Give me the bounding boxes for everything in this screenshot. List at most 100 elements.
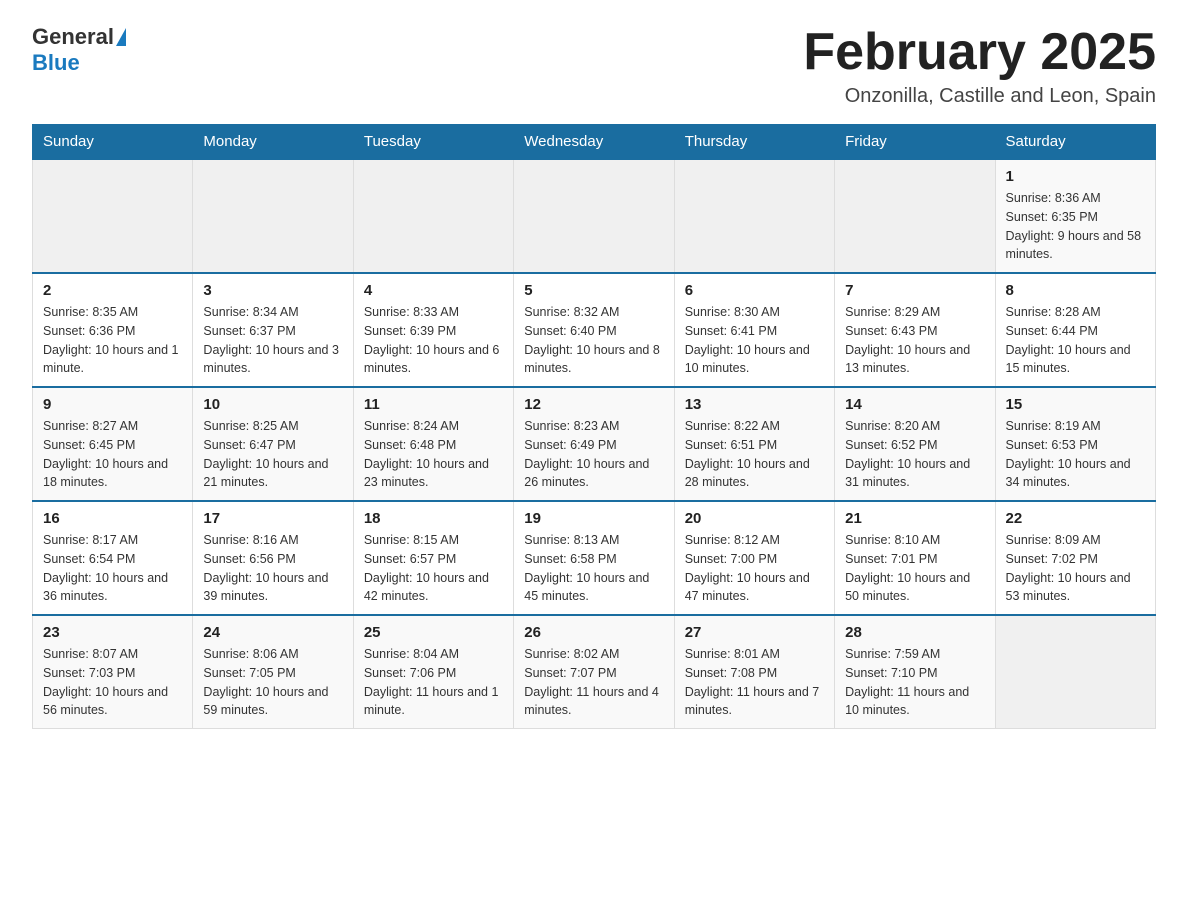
calendar-cell: 4 Sunrise: 8:33 AMSunset: 6:39 PMDaylight… <box>353 273 513 387</box>
header-wednesday: Wednesday <box>514 125 674 160</box>
calendar-cell: 28Sunrise: 7:59 AMSunset: 7:10 PMDayligh… <box>835 615 995 729</box>
calendar-cell: 19 Sunrise: 8:13 AMSunset: 6:58 PMDayligh… <box>514 501 674 615</box>
location-subtitle: Onzonilla, Castille and Leon, Spain <box>803 85 1156 108</box>
title-block: February 2025 Onzonilla, Castille and Le… <box>803 24 1156 108</box>
calendar-cell: 2 Sunrise: 8:35 AMSunset: 6:36 PMDaylight… <box>33 273 193 387</box>
day-number: 15 <box>1006 396 1145 413</box>
day-info: Sunrise: 8:36 AMSunset: 6:35 PMDaylight:… <box>1006 189 1145 264</box>
logo-general-text: General <box>32 24 114 50</box>
day-info: Sunrise: 8:07 AMSunset: 7:03 PMDaylight:… <box>43 645 182 720</box>
calendar-cell: 8 Sunrise: 8:28 AMSunset: 6:44 PMDaylight… <box>995 273 1155 387</box>
day-number: 13 <box>685 396 824 413</box>
day-info: Sunrise: 8:09 AMSunset: 7:02 PMDaylight:… <box>1006 531 1145 606</box>
calendar-cell: 10Sunrise: 8:25 AMSunset: 6:47 PMDayligh… <box>193 387 353 501</box>
day-number: 8 <box>1006 282 1145 299</box>
header-sunday: Sunday <box>33 125 193 160</box>
calendar-cell: 24 Sunrise: 8:06 AMSunset: 7:05 PMDayligh… <box>193 615 353 729</box>
day-info: Sunrise: 8:19 AMSunset: 6:53 PMDaylight:… <box>1006 417 1145 492</box>
calendar-table: Sunday Monday Tuesday Wednesday Thursday… <box>32 124 1156 729</box>
day-info: Sunrise: 8:16 AMSunset: 6:56 PMDaylight:… <box>203 531 342 606</box>
logo-blue-text: Blue <box>32 50 80 75</box>
day-number: 12 <box>524 396 663 413</box>
day-number: 19 <box>524 510 663 527</box>
day-info: Sunrise: 8:13 AMSunset: 6:58 PMDaylight:… <box>524 531 663 606</box>
day-number: 25 <box>364 624 503 641</box>
day-info: Sunrise: 8:22 AMSunset: 6:51 PMDaylight:… <box>685 417 824 492</box>
calendar-cell: 16 Sunrise: 8:17 AMSunset: 6:54 PMDayligh… <box>33 501 193 615</box>
calendar-cell: 11 Sunrise: 8:24 AMSunset: 6:48 PMDayligh… <box>353 387 513 501</box>
day-number: 10 <box>203 396 342 413</box>
day-info: Sunrise: 8:30 AMSunset: 6:41 PMDaylight:… <box>685 303 824 378</box>
day-number: 2 <box>43 282 182 299</box>
day-number: 6 <box>685 282 824 299</box>
calendar-cell: 12 Sunrise: 8:23 AMSunset: 6:49 PMDayligh… <box>514 387 674 501</box>
day-info: Sunrise: 8:34 AMSunset: 6:37 PMDaylight:… <box>203 303 342 378</box>
calendar-cell: 9 Sunrise: 8:27 AMSunset: 6:45 PMDaylight… <box>33 387 193 501</box>
day-number: 17 <box>203 510 342 527</box>
calendar-cell: 3 Sunrise: 8:34 AMSunset: 6:37 PMDaylight… <box>193 273 353 387</box>
day-number: 24 <box>203 624 342 641</box>
day-info: Sunrise: 8:27 AMSunset: 6:45 PMDaylight:… <box>43 417 182 492</box>
calendar-cell: 6 Sunrise: 8:30 AMSunset: 6:41 PMDaylight… <box>674 273 834 387</box>
day-info: Sunrise: 8:29 AMSunset: 6:43 PMDaylight:… <box>845 303 984 378</box>
day-number: 7 <box>845 282 984 299</box>
calendar-cell: 15 Sunrise: 8:19 AMSunset: 6:53 PMDayligh… <box>995 387 1155 501</box>
calendar-cell: 13 Sunrise: 8:22 AMSunset: 6:51 PMDayligh… <box>674 387 834 501</box>
day-number: 26 <box>524 624 663 641</box>
day-number: 9 <box>43 396 182 413</box>
day-info: Sunrise: 8:28 AMSunset: 6:44 PMDaylight:… <box>1006 303 1145 378</box>
day-info: Sunrise: 8:01 AMSunset: 7:08 PMDaylight:… <box>685 645 824 720</box>
calendar-cell: 1 Sunrise: 8:36 AMSunset: 6:35 PMDaylight… <box>995 159 1155 273</box>
page-header: General Blue February 2025 Onzonilla, Ca… <box>32 24 1156 108</box>
header-tuesday: Tuesday <box>353 125 513 160</box>
day-info: Sunrise: 8:06 AMSunset: 7:05 PMDaylight:… <box>203 645 342 720</box>
month-title: February 2025 <box>803 24 1156 81</box>
calendar-cell: 20 Sunrise: 8:12 AMSunset: 7:00 PMDayligh… <box>674 501 834 615</box>
header-monday: Monday <box>193 125 353 160</box>
calendar-cell <box>514 159 674 273</box>
calendar-cell: 27 Sunrise: 8:01 AMSunset: 7:08 PMDayligh… <box>674 615 834 729</box>
day-info: Sunrise: 8:15 AMSunset: 6:57 PMDaylight:… <box>364 531 503 606</box>
day-number: 1 <box>1006 168 1145 185</box>
calendar-cell <box>674 159 834 273</box>
day-number: 27 <box>685 624 824 641</box>
day-info: Sunrise: 8:04 AMSunset: 7:06 PMDaylight:… <box>364 645 503 720</box>
day-info: Sunrise: 8:23 AMSunset: 6:49 PMDaylight:… <box>524 417 663 492</box>
calendar-cell: 25 Sunrise: 8:04 AMSunset: 7:06 PMDayligh… <box>353 615 513 729</box>
calendar-cell <box>353 159 513 273</box>
calendar-cell: 21Sunrise: 8:10 AMSunset: 7:01 PMDayligh… <box>835 501 995 615</box>
day-info: Sunrise: 8:33 AMSunset: 6:39 PMDaylight:… <box>364 303 503 378</box>
header-friday: Friday <box>835 125 995 160</box>
day-number: 18 <box>364 510 503 527</box>
calendar-cell: 22 Sunrise: 8:09 AMSunset: 7:02 PMDayligh… <box>995 501 1155 615</box>
logo: General Blue <box>32 24 128 76</box>
day-info: Sunrise: 7:59 AMSunset: 7:10 PMDaylight:… <box>845 645 984 720</box>
calendar-cell: 18 Sunrise: 8:15 AMSunset: 6:57 PMDayligh… <box>353 501 513 615</box>
day-number: 11 <box>364 396 503 413</box>
day-info: Sunrise: 8:24 AMSunset: 6:48 PMDaylight:… <box>364 417 503 492</box>
day-info: Sunrise: 8:35 AMSunset: 6:36 PMDaylight:… <box>43 303 182 378</box>
day-info: Sunrise: 8:02 AMSunset: 7:07 PMDaylight:… <box>524 645 663 720</box>
calendar-cell: 23Sunrise: 8:07 AMSunset: 7:03 PMDayligh… <box>33 615 193 729</box>
calendar-week-1: 1 Sunrise: 8:36 AMSunset: 6:35 PMDaylight… <box>33 159 1156 273</box>
calendar-cell: 14Sunrise: 8:20 AMSunset: 6:52 PMDayligh… <box>835 387 995 501</box>
calendar-week-2: 2 Sunrise: 8:35 AMSunset: 6:36 PMDaylight… <box>33 273 1156 387</box>
day-number: 4 <box>364 282 503 299</box>
day-info: Sunrise: 8:12 AMSunset: 7:00 PMDaylight:… <box>685 531 824 606</box>
day-number: 5 <box>524 282 663 299</box>
calendar-cell: 7 Sunrise: 8:29 AMSunset: 6:43 PMDaylight… <box>835 273 995 387</box>
day-number: 20 <box>685 510 824 527</box>
day-number: 3 <box>203 282 342 299</box>
logo-triangle-icon <box>116 28 126 46</box>
day-info: Sunrise: 8:20 AMSunset: 6:52 PMDaylight:… <box>845 417 984 492</box>
day-number: 22 <box>1006 510 1145 527</box>
calendar-cell: 26 Sunrise: 8:02 AMSunset: 7:07 PMDayligh… <box>514 615 674 729</box>
calendar-cell: 17 Sunrise: 8:16 AMSunset: 6:56 PMDayligh… <box>193 501 353 615</box>
header-saturday: Saturday <box>995 125 1155 160</box>
calendar-cell <box>33 159 193 273</box>
day-info: Sunrise: 8:10 AMSunset: 7:01 PMDaylight:… <box>845 531 984 606</box>
day-info: Sunrise: 8:17 AMSunset: 6:54 PMDaylight:… <box>43 531 182 606</box>
calendar-week-4: 16 Sunrise: 8:17 AMSunset: 6:54 PMDayligh… <box>33 501 1156 615</box>
day-number: 16 <box>43 510 182 527</box>
calendar-header-row: Sunday Monday Tuesday Wednesday Thursday… <box>33 125 1156 160</box>
